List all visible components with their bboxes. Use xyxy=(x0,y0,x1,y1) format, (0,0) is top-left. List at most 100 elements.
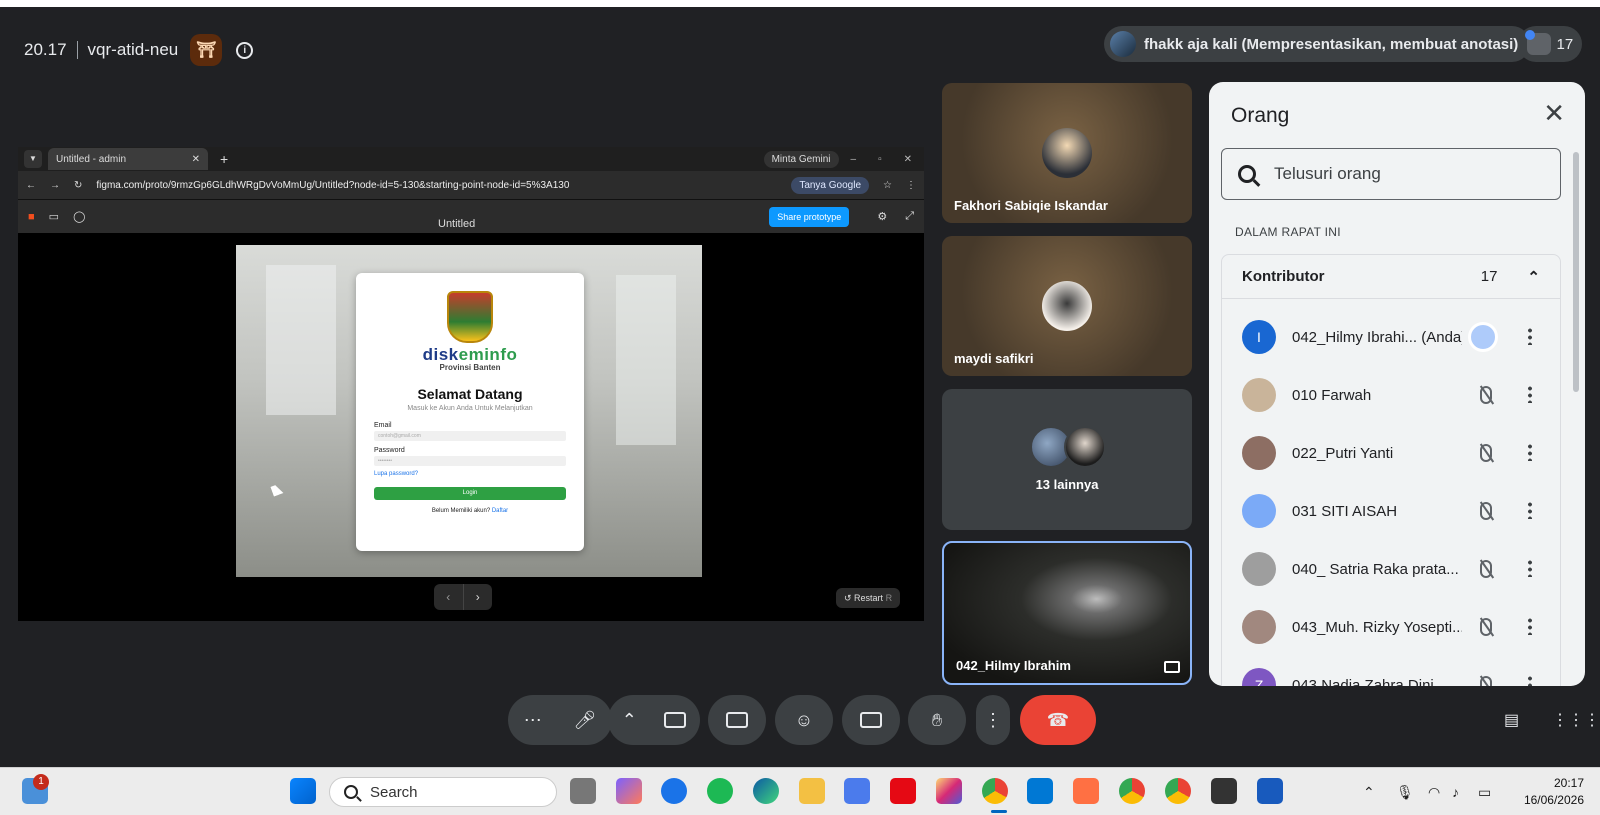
close-panel-icon[interactable]: ✕ xyxy=(1543,98,1565,129)
comment-icon[interactable]: ◯ xyxy=(73,210,85,223)
chrome-icon[interactable] xyxy=(982,778,1008,804)
contributor-header[interactable]: Kontributor 17 ⌃ xyxy=(1222,255,1560,299)
volume-icon[interactable]: ♪ xyxy=(1452,784,1459,800)
emoji-icon: ☺ xyxy=(794,709,814,730)
sidebar-toggle-icon[interactable]: ▭ xyxy=(49,210,59,223)
bookmark-star-icon[interactable]: ☆ xyxy=(883,180,892,191)
word-icon[interactable] xyxy=(1257,778,1283,804)
restore-icon[interactable]: ▫ xyxy=(878,154,882,165)
person-row[interactable]: I 042_Hilmy Ibrahi... (Anda) xyxy=(1222,308,1562,366)
system-clock[interactable]: 20:17 16/06/2026 xyxy=(1524,775,1584,809)
tab-close-icon[interactable]: ✕ xyxy=(192,154,200,165)
vscode-icon[interactable] xyxy=(1027,778,1053,804)
camera-icon[interactable] xyxy=(664,712,687,728)
welcome-subtitle: Masuk ke Akun Anda Untuk Melanjutkan xyxy=(407,405,533,412)
reload-icon[interactable]: ↻ xyxy=(74,180,82,191)
person-row[interactable]: 031 SITI AISAH xyxy=(1222,482,1562,540)
microphone-icon[interactable]: 🎤︎ xyxy=(573,710,596,731)
more-options-icon[interactable] xyxy=(1528,443,1532,461)
forward-icon[interactable]: → xyxy=(50,180,60,191)
xampp-icon[interactable] xyxy=(1073,778,1099,804)
people-search-input[interactable]: Telusuri orang xyxy=(1221,148,1561,200)
person-row[interactable]: 043_Muh. Rizky Yosepti... xyxy=(1222,598,1562,656)
leave-call-button[interactable]: ☎︎ xyxy=(1020,695,1096,745)
register-link[interactable]: Daftar xyxy=(492,508,508,514)
back-icon[interactable]: ← xyxy=(26,180,36,191)
show-hidden-icons-icon[interactable]: ⌃ xyxy=(1363,784,1375,801)
email-field[interactable]: contoh@gmail.com xyxy=(374,431,566,441)
next-frame-icon[interactable]: › xyxy=(462,584,493,610)
activities-grid-icon[interactable]: ⋮⋮⋮ xyxy=(1552,710,1600,732)
raise-hand-button[interactable]: ✋︎ xyxy=(908,695,966,745)
login-button[interactable]: Login xyxy=(374,487,566,500)
spotify-icon[interactable] xyxy=(707,778,733,804)
chevron-up-icon[interactable]: ⌃ xyxy=(622,710,637,731)
expand-tile-icon[interactable] xyxy=(1164,661,1180,673)
minimize-icon[interactable]: – xyxy=(851,154,857,165)
browser-tab[interactable]: Untitled - admin ✕ xyxy=(48,148,208,170)
mouse-cursor-icon xyxy=(270,483,284,497)
task-view-icon[interactable] xyxy=(570,778,596,804)
window-close-icon[interactable]: ✕ xyxy=(904,154,912,165)
edge-icon[interactable] xyxy=(753,778,779,804)
host-controls-icon[interactable]: ⛩ xyxy=(190,34,223,66)
fullscreen-icon[interactable]: ⤢ xyxy=(905,210,914,223)
tab-search-icon[interactable]: ▼ xyxy=(24,150,42,168)
more-options-icon[interactable] xyxy=(1528,617,1532,635)
wifi-icon[interactable]: ◠ xyxy=(1428,784,1440,801)
google-lens-button[interactable]: Tanya Google xyxy=(791,176,870,194)
chat-icon[interactable]: ▤ xyxy=(1504,710,1530,732)
info-icon[interactable]: i xyxy=(236,41,254,59)
taskbar-search[interactable]: Search xyxy=(329,777,557,807)
instagram-icon[interactable] xyxy=(936,778,962,804)
chrome-profile-icon[interactable] xyxy=(1119,778,1145,804)
new-tab-icon[interactable]: + xyxy=(220,151,228,167)
browser-menu-icon[interactable]: ⋮ xyxy=(906,180,916,191)
password-field[interactable]: •••••••• xyxy=(374,456,566,466)
person-row[interactable]: 022_Putri Yanti xyxy=(1222,424,1562,482)
gemini-button[interactable]: Minta Gemini xyxy=(763,150,839,168)
file-explorer-icon[interactable] xyxy=(799,778,825,804)
terminal-icon[interactable] xyxy=(1211,778,1237,804)
reactions-button[interactable]: ☺ xyxy=(775,695,833,745)
chevron-up-icon[interactable]: ⌃ xyxy=(1527,268,1540,286)
microphone-tray-icon[interactable]: 🎙︎ xyxy=(1396,784,1414,801)
restart-button[interactable]: ↺ Restart R xyxy=(836,588,901,608)
more-options-icon[interactable] xyxy=(1528,327,1532,345)
figma-file-title[interactable]: Untitled xyxy=(438,218,475,230)
person-row[interactable]: 040_ Satria Raka prata... xyxy=(1222,540,1562,598)
copilot-icon[interactable] xyxy=(616,778,642,804)
forgot-password-link[interactable]: Lupa password? xyxy=(374,471,566,477)
presenter-chip[interactable]: fhakk aja kali (Mempresentasikan, membua… xyxy=(1104,26,1531,62)
others-tile[interactable]: 13 lainnya xyxy=(942,389,1192,530)
people-panel: Orang ✕ Telusuri orang DALAM RAPAT INI K… xyxy=(1209,82,1585,686)
more-audio-options-icon[interactable]: ⋯ xyxy=(524,710,542,731)
participants-button[interactable]: 17 xyxy=(1518,26,1582,62)
more-options-icon[interactable] xyxy=(1528,559,1532,577)
participant-tile[interactable]: Fakhori Sabiqie Iskandar xyxy=(942,83,1192,223)
prev-frame-icon[interactable]: ‹ xyxy=(434,584,463,610)
clock-date: 16/06/2026 xyxy=(1523,793,1584,807)
participant-tile[interactable]: maydi safikri xyxy=(942,236,1192,376)
netflix-icon[interactable] xyxy=(890,778,916,804)
captions-button[interactable] xyxy=(842,695,900,745)
url-field[interactable]: figma.com/proto/9rmzGp6GLdhWRgDvVoMmUg/U… xyxy=(96,180,777,191)
more-options-icon[interactable] xyxy=(1528,501,1532,519)
help-icon[interactable] xyxy=(661,778,687,804)
person-row[interactable]: Z 043 Nadia Zahra Dini... xyxy=(1222,656,1562,686)
more-options-icon[interactable] xyxy=(1528,675,1532,686)
more-options-button[interactable]: ⋮ xyxy=(976,695,1010,745)
store-icon[interactable] xyxy=(844,778,870,804)
panel-scrollbar[interactable] xyxy=(1573,152,1579,392)
present-button[interactable] xyxy=(708,695,766,745)
battery-icon[interactable]: ▭ xyxy=(1478,784,1491,801)
self-video-tile[interactable]: 042_Hilmy Ibrahim xyxy=(942,541,1192,685)
start-icon[interactable] xyxy=(290,778,316,804)
more-options-icon[interactable] xyxy=(1528,385,1532,403)
settings-sliders-icon[interactable]: ⚙ xyxy=(877,210,887,223)
person-row[interactable]: 010 Farwah xyxy=(1222,366,1562,424)
share-prototype-button[interactable]: Share prototype xyxy=(769,206,850,227)
figma-logo-icon[interactable]: ■ xyxy=(28,211,35,223)
presenter-label: fhakk aja kali (Mempresentasikan, membua… xyxy=(1144,35,1519,53)
chrome-profile-icon[interactable] xyxy=(1165,778,1191,804)
